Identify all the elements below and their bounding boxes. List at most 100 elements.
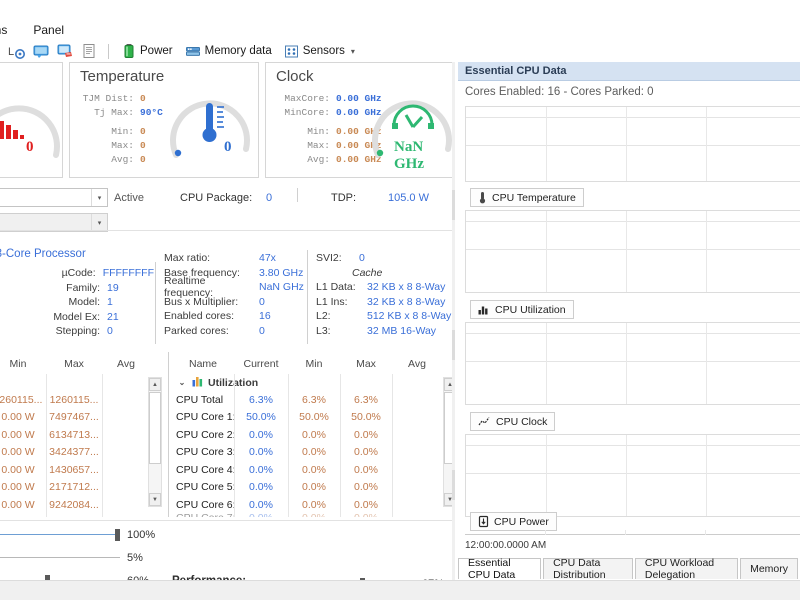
temperature-row: Avg: 0 [78,152,163,166]
chart-legend-cpu-utilization[interactable]: CPU Utilization [470,300,574,319]
util-table-col-min[interactable]: Min [288,358,340,370]
util-table-col-current[interactable]: Current [234,358,288,370]
document-icon[interactable] [80,42,98,60]
chart-cpu-temperature[interactable] [465,106,800,182]
power-table-body[interactable]: 1260115...1260115... 0.00 W7497467... 0.… [0,374,150,517]
chevron-down-icon[interactable]: ⌄ [172,378,192,387]
settings-icon[interactable]: L [8,42,26,60]
cpu-info-label: Parked cores: [164,325,252,337]
clock-card-rows: MaxCore: 0.00 GHz MinCore: 0.00 GHz Min:… [274,91,382,166]
scroll-up-button[interactable]: ▲ [149,378,161,391]
toolbar-sensors-button[interactable]: Sensors ▾ [281,43,358,60]
table-row[interactable]: CPU Core 4:0.0%0.0%0.0% [172,461,452,479]
cpu-info-value: 0 [252,325,265,337]
tab-cpu-data-distribution[interactable]: CPU Data Distribution [543,558,633,579]
menu-item-options[interactable]: tions [0,22,11,38]
table-row[interactable]: 0.00 W2465667... [0,514,150,518]
table-row[interactable]: 0.00 W1430657... [0,461,150,479]
cpu-info-label: L1 Data: [316,281,360,293]
slider-max-performance[interactable] [0,529,120,541]
table-row[interactable]: CPU Core 3:0.0%0.0%0.0% [172,444,452,462]
thermometer-icon [478,191,487,204]
slider-min-performance-value: 5% [127,552,143,564]
chart-legend-cpu-power[interactable]: CPU Power [470,512,557,531]
cell-min: 0.0% [288,429,340,441]
chart-legend-cpu-clock[interactable]: CPU Clock [470,412,555,431]
table-row[interactable]: 0.00 W9242084... [0,496,150,514]
cell-min: 0.00 W [0,499,46,511]
power-table-col-avg[interactable]: Avg [102,358,150,370]
tab-memory[interactable]: Memory [740,558,798,579]
cpu-info-divider-2 [307,250,308,344]
table-row[interactable]: CPU Core 1:50.0%50.0%50.0% [172,409,452,427]
temperature-row-value: 0 [140,93,146,104]
report-icon[interactable] [56,42,74,60]
chart-x-tick [545,530,546,535]
cpu-info-value: FFFFFFFF [96,267,154,279]
clock-row: MaxCore: 0.00 GHz [274,91,382,105]
tdp-label: TDP: [331,192,356,204]
power-table-scrollbar[interactable]: ▲ ▼ [148,377,162,507]
chart-cpu-utilization[interactable] [465,210,800,293]
scroll-thumb[interactable] [149,392,161,464]
toolbar-separator [108,44,109,59]
menu-item-panel[interactable]: Panel [29,22,68,38]
cell-current: 50.0% [234,411,288,423]
cache-header: Cache [316,266,456,281]
temperature-row-label: Max: [78,140,140,151]
monitor-icon[interactable] [32,42,50,60]
toolbar-memory-data-button[interactable]: Memory data [182,42,275,60]
right-panel-title: Essential CPU Data [458,62,800,81]
cell-max: 0.0% [340,481,392,493]
cpu-info-label: L1 Ins: [316,296,360,308]
util-table-col-max[interactable]: Max [340,358,392,370]
table-row[interactable]: CPU Core 2:0.0%0.0%0.0% [172,426,452,444]
chart-legend-cpu-temperature[interactable]: CPU Temperature [470,188,584,207]
power-table-col-min[interactable]: Min [0,358,46,370]
util-table-col-name[interactable]: Name [172,358,234,370]
temperature-row-label: TJM Dist: [78,93,140,104]
cell-max: 0.0% [340,464,392,476]
table-row[interactable]: CPU Core 5:0.0%0.0%0.0% [172,479,452,497]
cell-max: 1430657... [46,464,102,476]
cpu-info-value: 47x [252,252,276,264]
chevron-down-icon[interactable]: ▾ [351,47,355,56]
table-row[interactable]: 0.00 W3424377... [0,444,150,462]
table-row[interactable]: CPU Core 6:0.0%0.0%0.0% [172,496,452,514]
gauge-cards: 0 Temperature TJM Dist: 0 Tj Max: 90°C [0,62,455,180]
cell-min: 0.00 W [0,516,46,517]
clock-row: Max: 0.00 GHz [274,138,382,152]
temperature-card-rows: TJM Dist: 0 Tj Max: 90°C Min: 0 Max: 0 [78,91,163,166]
utilization-group-row[interactable]: ⌄ Utilization [172,374,452,391]
cell-max: 3424377... [46,446,102,458]
toolbar-power-button[interactable]: Power [119,42,176,60]
table-row[interactable]: 0.00 W6134713... [0,426,150,444]
power-table-col-max[interactable]: Max [46,358,102,370]
slider-min-performance[interactable] [0,552,120,564]
tab-essential-cpu-data[interactable]: Essential CPU Data [458,558,541,579]
table-row[interactable]: CPU Core 7:0.0%0.0%0.0% [172,514,452,518]
chart-x-tick [625,530,626,535]
clock-row-label: Avg: [274,154,336,165]
app-window: tions Panel L [0,0,800,600]
util-table-col-avg[interactable]: Avg [392,358,442,370]
chevron-down-icon: ▾ [91,214,107,231]
utilization-table-body[interactable]: ⌄ Utilization CPU Total6.3%6.3%6.3% CPU … [172,374,452,517]
chart-cpu-power[interactable] [465,434,800,517]
table-row[interactable]: 0.00 W7497467... [0,409,150,427]
temperature-row: Tj Max: 90°C [78,105,163,119]
slider-thumb[interactable] [115,529,120,541]
table-row[interactable]: 0.00 W2171712... [0,479,150,497]
cell-min: 50.0% [288,411,340,423]
chevron-down-icon[interactable]: ▾ [91,189,107,206]
chart-cpu-clock[interactable] [465,322,800,405]
cpu-info-value: 32 KB x 8 8-Way [360,281,445,293]
scroll-down-button[interactable]: ▼ [149,493,161,506]
table-row[interactable]: 1260115...1260115... [0,391,150,409]
profile-combo[interactable]: ed ▾ [0,188,108,207]
table-row[interactable]: CPU Total6.3%6.3%6.3% [172,391,452,409]
tab-cpu-workload-delegation[interactable]: CPU Workload Delegation [635,558,738,579]
cell-min: 0.0% [288,464,340,476]
cpu-info-label: Enabled cores: [164,310,252,322]
tdp-value: 105.0 W [388,192,429,204]
